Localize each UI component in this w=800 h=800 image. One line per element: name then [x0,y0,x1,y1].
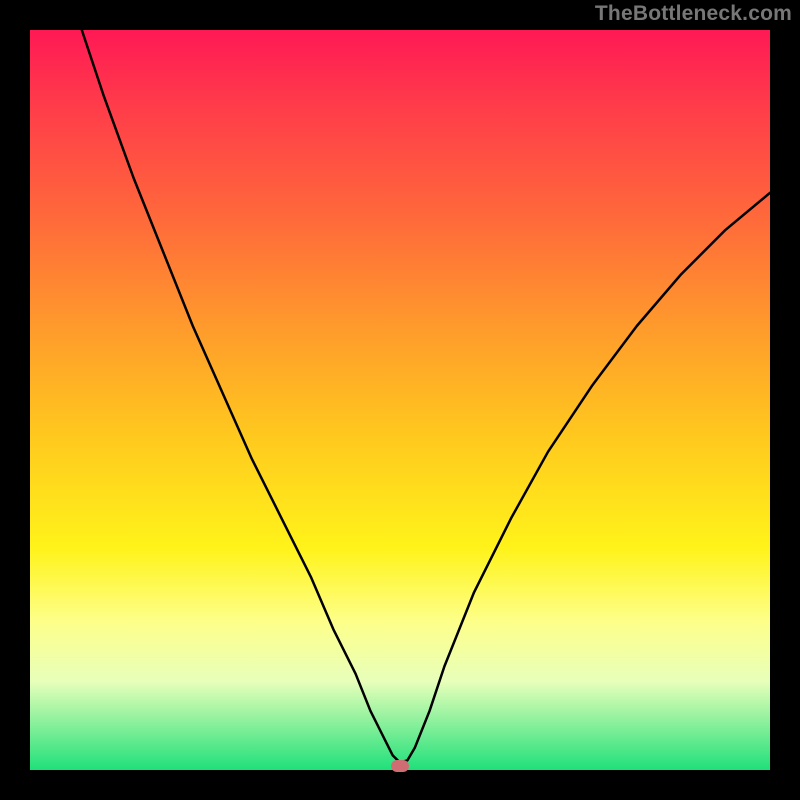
chart-frame: TheBottleneck.com [0,0,800,800]
plot-area [30,30,770,770]
bottleneck-minimum-marker [391,760,409,772]
bottleneck-curve [30,30,770,770]
watermark-text: TheBottleneck.com [595,2,792,26]
